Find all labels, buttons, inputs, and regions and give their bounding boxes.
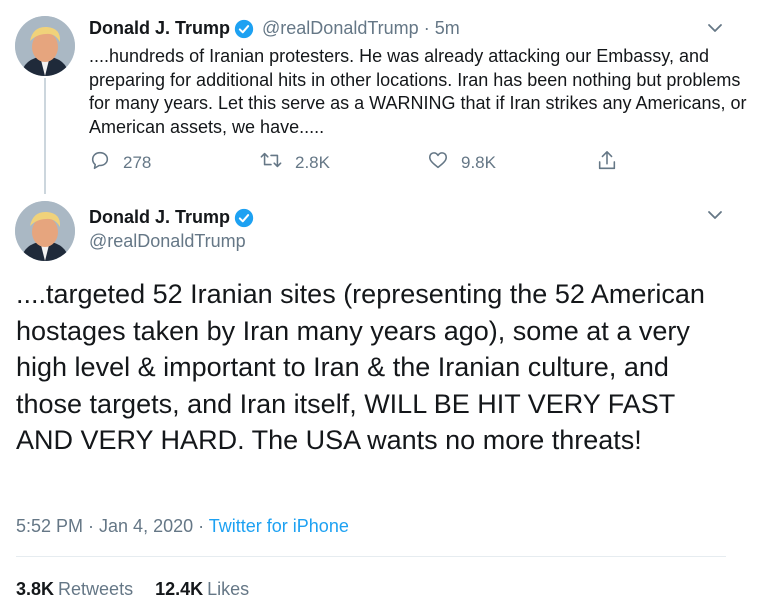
display-name[interactable]: Donald J. Trump [89, 18, 230, 39]
tweet1-header: Donald J. Trump @realDonaldTrump · 5m [89, 18, 460, 39]
verified-badge-icon [234, 208, 254, 228]
retweet-count: 2.8K [295, 152, 330, 172]
tweet-text: ....hundreds of Iranian protesters. He w… [89, 46, 747, 137]
likes-count: 12.4K [155, 579, 204, 599]
retweets-stat[interactable]: 3.8K Retweets [16, 579, 133, 600]
reply-icon [89, 149, 123, 176]
reply-button[interactable]: 278 [89, 149, 151, 176]
engagement-stats: 3.8K Retweets 12.4K Likes [16, 579, 249, 600]
retweet-button[interactable]: 2.8K [259, 149, 330, 176]
avatar[interactable] [15, 16, 75, 76]
heart-icon [427, 149, 461, 176]
tweet-text: ....targeted 52 Iranian sites (represent… [16, 279, 705, 455]
timestamp[interactable]: 5:52 PM · Jan 4, 2020 · [16, 516, 209, 536]
separator-dot: · [423, 18, 430, 38]
like-count: 9.8K [461, 152, 496, 172]
likes-label: Likes [207, 579, 250, 599]
chevron-down-icon[interactable] [705, 205, 725, 225]
tweet-actions: 278 2.8K 9.8K [89, 149, 629, 175]
avatar[interactable] [15, 201, 75, 261]
like-button[interactable]: 9.8K [427, 149, 496, 176]
source-link[interactable]: Twitter for iPhone [209, 516, 349, 536]
tweet-metadata: 5:52 PM · Jan 4, 2020 · Twitter for iPho… [16, 516, 349, 537]
display-name[interactable]: Donald J. Trump [89, 207, 230, 228]
retweet-icon [259, 149, 295, 176]
verified-badge-icon [234, 19, 254, 39]
user-handle[interactable]: @realDonaldTrump [262, 18, 419, 39]
thread-connector-line [44, 78, 46, 194]
tweet2-header: Donald J. Trump [89, 207, 254, 228]
chevron-down-icon[interactable] [705, 18, 725, 38]
user-handle[interactable]: @realDonaldTrump [89, 231, 246, 252]
share-button[interactable] [596, 149, 630, 178]
reply-count: 278 [123, 152, 152, 172]
share-icon [596, 149, 630, 178]
likes-stat[interactable]: 12.4K Likes [155, 579, 249, 600]
tweet-time[interactable]: 5m [435, 18, 460, 39]
retweets-label: Retweets [58, 579, 134, 599]
retweets-count: 3.8K [16, 579, 55, 599]
divider [16, 556, 726, 557]
